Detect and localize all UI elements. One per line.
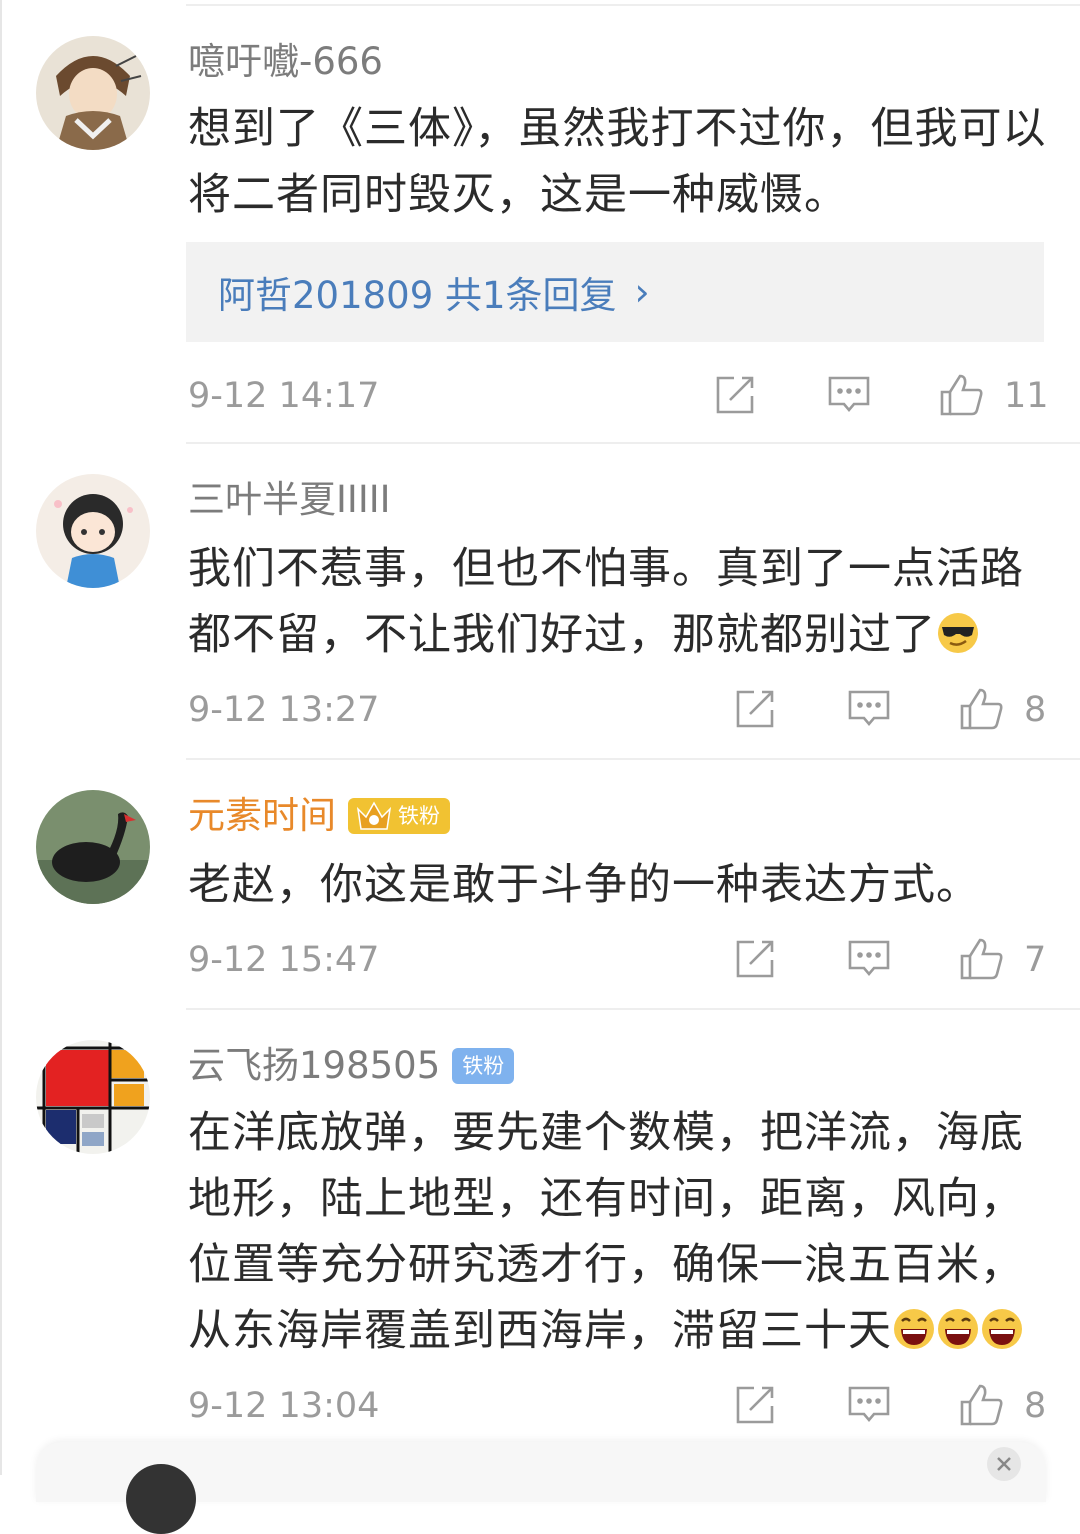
comment-text-body: 我们不惹事，但也不怕事。真到了一点活路都不留，不让我们好过，那就都别过了 [188,544,1024,660]
username[interactable]: 云飞扬198505 铁粉 [188,1042,515,1090]
thumbs-up-icon[interactable] [958,1382,1004,1428]
chevron-right-icon: › [634,270,650,314]
left-edge [0,0,2,1475]
comment-text: 想到了《三体》，虽然我打不过你，但我可以将二者同时毁灭，这是一种威慑。 [188,104,1047,220]
like-count: 8 [1024,690,1047,730]
share-icon[interactable] [732,936,778,982]
crown-icon [356,801,392,830]
comment-text: 我们不惹事，但也不怕事。真到了一点活路都不留，不让我们好过，那就都别过了 [188,536,1058,668]
fan-badge: 铁粉 [452,1048,515,1084]
comment-text: 老赵，你这是敢于斗争的一种表达方式。 [188,860,980,910]
reply-summary: 阿哲201809 共1条回复 [218,274,617,317]
thumbs-up-icon[interactable] [958,936,1004,982]
username[interactable]: 元素时间 铁粉 [188,792,450,840]
comment-actions: 8 [0,1382,1080,1432]
grin-emoji [894,1309,934,1349]
comment-actions: 8 [0,686,1080,736]
comment-icon[interactable] [846,686,892,732]
share-icon[interactable] [732,686,778,732]
divider [186,442,1080,444]
comment-icon[interactable] [846,1382,892,1428]
username[interactable]: 噫吁嚱-666 [188,38,383,86]
username[interactable]: 三叶半夏IIIII [188,476,391,524]
share-icon[interactable] [732,1382,778,1428]
grin-emoji [982,1309,1022,1349]
like-count: 8 [1024,1386,1047,1426]
comment-icon[interactable] [826,372,872,418]
fan-badge: 铁粉 [348,798,450,834]
comment-actions: 7 [0,936,1080,986]
divider [186,1008,1080,1010]
comment-actions: 11 [0,372,1080,422]
bottom-sheet[interactable] [36,1442,1046,1534]
avatar[interactable] [36,790,150,904]
close-icon[interactable] [986,1446,1022,1482]
avatar[interactable] [36,36,150,150]
comment-text: 在洋底放弹，要先建个数模，把洋流，海底地形，陆上地型，还有时间，距离，风向，位置… [188,1100,1058,1364]
username-text: 元素时间 [188,794,336,837]
avatar[interactable] [36,474,150,588]
reply-preview[interactable]: 阿哲201809 共1条回复 › [186,242,1044,342]
grin-emoji [938,1309,978,1349]
username-text: 云飞扬198505 [188,1044,441,1087]
avatar[interactable] [36,1040,150,1154]
like-count: 11 [1004,376,1049,416]
thumbs-up-icon[interactable] [958,686,1004,732]
comment-icon[interactable] [846,936,892,982]
thumbs-up-icon[interactable] [938,372,984,418]
fan-badge-label: 铁粉 [398,804,440,828]
top-divider [186,4,1080,6]
sunglasses-emoji [938,613,978,653]
share-icon[interactable] [712,372,758,418]
divider [186,758,1080,760]
like-count: 7 [1024,940,1047,980]
